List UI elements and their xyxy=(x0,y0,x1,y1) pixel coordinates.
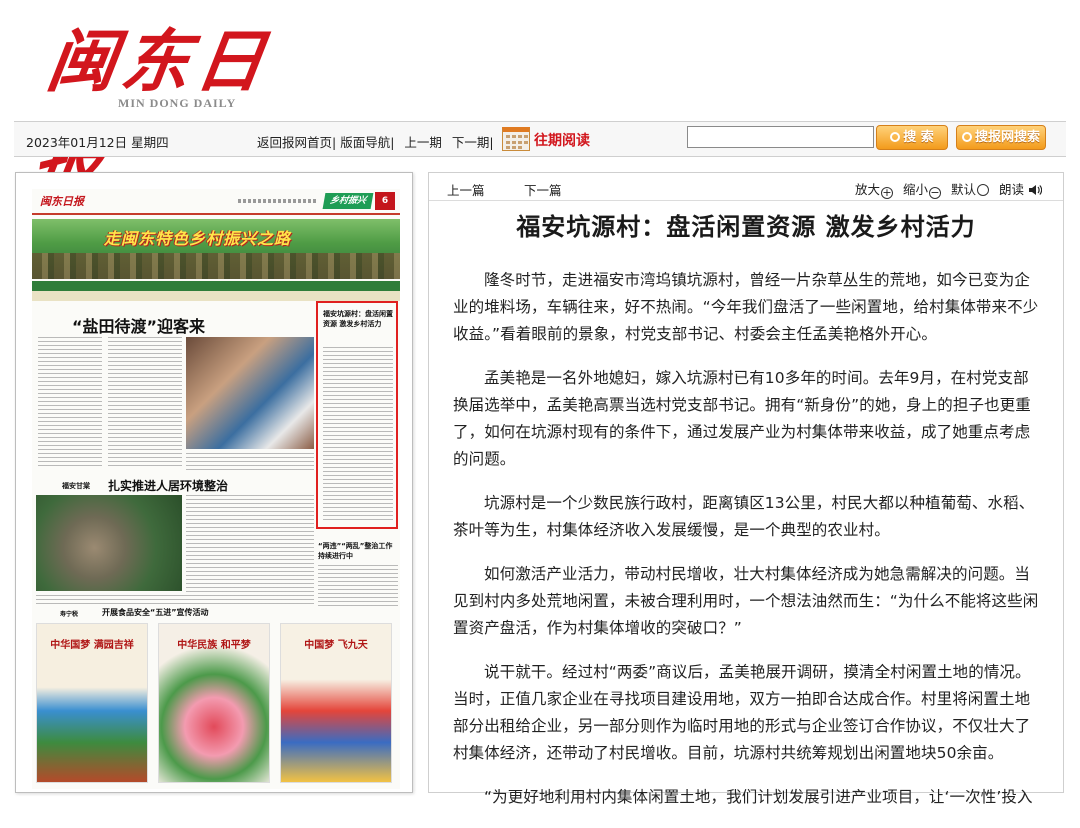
radio-circle-icon xyxy=(977,184,990,196)
thumb-headline-3-kicker: 寿宁税 xyxy=(60,611,79,618)
page-nav-link[interactable]: 版面导航| xyxy=(340,135,394,150)
thumb-header: 闽东日报 乡村振兴 6 xyxy=(32,189,400,215)
thumb-meta xyxy=(238,199,318,203)
masthead: 闽东日报 MIN DONG DAILY xyxy=(0,0,1080,201)
newspaper-logo[interactable]: 闽东日报 MIN DONG DAILY xyxy=(29,6,318,201)
thumb-poster-2: 中华民族 和平梦 xyxy=(158,623,270,783)
zoom-in-label: 放大 xyxy=(855,182,881,197)
prev-article-link[interactable]: 上一篇 xyxy=(447,180,485,199)
zoom-out-button[interactable]: 缩小 − xyxy=(903,182,947,199)
minus-circle-icon: − xyxy=(929,186,942,199)
thumb-side-title[interactable]: “两违”“两乱”整治工作持续进行中 xyxy=(318,541,398,561)
prev-issue-link[interactable]: 上一期 xyxy=(404,135,442,150)
network-search-button[interactable]: 搜报网搜索 xyxy=(956,125,1046,150)
thumb-poster-2-title: 中华民族 和平梦 xyxy=(177,640,251,651)
article-paragraph: 说干就干。经过村“两委”商议后，孟美艳展开调研，摸清全村闲置土地的情况。当时，正… xyxy=(453,663,1031,762)
thumb-banner-title: 走闽东特色乡村振兴之路 xyxy=(104,229,292,248)
thumb-poster-1-title: 中华国梦 满园吉祥 xyxy=(50,640,134,651)
thumb-page-number: 6 xyxy=(375,192,395,210)
archive-link[interactable]: 往期阅读 xyxy=(534,130,590,150)
thumb-highlight-title: 福安坑源村：盘活闲置资源 激发乡村活力 xyxy=(323,310,393,328)
calendar-icon[interactable] xyxy=(502,127,530,151)
thumb-headline-2[interactable]: 扎实推进人居环境整治 xyxy=(108,477,228,494)
home-link[interactable]: 返回报网首页| xyxy=(257,135,336,150)
thumb-highlighted-article[interactable]: 福安坑源村：盘活闲置资源 激发乡村活力 xyxy=(316,301,398,529)
search-input[interactable] xyxy=(687,126,874,148)
thumb-logo: 闽东日报 xyxy=(40,195,84,208)
page-thumbnail[interactable]: 闽东日报 乡村振兴 6 走闽东特色乡村振兴之路 “盐田待渡”迎客来 福安坑源村：… xyxy=(32,189,400,789)
thumb-banner: 走闽东特色乡村振兴之路 xyxy=(32,219,400,279)
issue-date: 2023年01月12日 星期四 xyxy=(26,135,169,150)
article-body: 隆冬时节，走进福安市湾坞镇坑源村，曾经一片杂草丛生的荒地，如今已变为企业的堆料场… xyxy=(453,267,1043,828)
article-paragraph: “为更好地利用村内集体闲置土地，我们计划发展引进产业项目，让‘一次性’投入 xyxy=(484,788,1033,806)
reading-tools: 放大 + 缩小 − 默认 朗读 xyxy=(855,179,1042,199)
read-aloud-label: 朗读 xyxy=(999,182,1025,197)
default-size-button[interactable]: 默认 xyxy=(951,182,995,197)
search-icon xyxy=(961,132,972,142)
article-title: 福安坑源村：盘活闲置资源 激发乡村活力 xyxy=(516,213,976,241)
next-article-link[interactable]: 下一篇 xyxy=(524,180,562,199)
thumb-headline-3[interactable]: 开展食品安全“五进”宣传活动 xyxy=(102,607,209,618)
default-size-label: 默认 xyxy=(951,182,977,197)
next-issue-link[interactable]: 下一期| xyxy=(452,135,494,150)
speaker-icon xyxy=(1029,185,1042,195)
thumb-photo-saltfield xyxy=(186,337,314,449)
article-paragraph: 如何激活产业活力，带动村民增收，壮大村集体经济成为她急需解决的问题。当见到村内多… xyxy=(453,565,1039,637)
thumb-poster-1: 中华国梦 满园吉祥 xyxy=(36,623,148,783)
article-paragraph: 孟美艳是一名外地媳妇，嫁入坑源村已有10多年的时间。去年9月，在村党支部换届选举… xyxy=(453,369,1031,468)
thumb-poster-3: 中国梦 飞九天 xyxy=(280,623,392,783)
thumb-headline-2-kicker: 福安甘棠 xyxy=(62,482,90,490)
read-aloud-button[interactable]: 朗读 xyxy=(999,182,1042,197)
thumb-photo-village xyxy=(36,495,182,591)
zoom-out-label: 缩小 xyxy=(903,182,929,197)
thumb-headline-1[interactable]: “盐田待渡”迎客来 xyxy=(72,313,205,337)
article-panel: 上一篇 下一篇 放大 + 缩小 − 默认 朗读 福安坑源村：盘活闲置资源 激发乡村活… xyxy=(428,172,1064,806)
search-icon xyxy=(890,132,901,142)
plus-circle-icon: + xyxy=(881,186,894,199)
search-button[interactable]: 搜 索 xyxy=(876,125,948,150)
nav-links: 返回报网首页| 版面导航| 上一期 下一期| xyxy=(257,132,494,151)
network-search-label: 搜报网搜索 xyxy=(974,130,1040,145)
article-paragraph: 隆冬时节，走进福安市湾坞镇坑源村，曾经一片杂草丛生的荒地，如今已变为企业的堆料场… xyxy=(453,271,1039,343)
search-button-label: 搜 索 xyxy=(903,130,934,145)
zoom-in-button[interactable]: 放大 + xyxy=(855,182,899,199)
logo-subtitle: MIN DONG DAILY xyxy=(118,96,237,110)
page-thumbnail-panel: 闽东日报 乡村振兴 6 走闽东特色乡村振兴之路 “盐田待渡”迎客来 福安坑源村：… xyxy=(15,172,413,793)
toolbar: 2023年01月12日 星期四 返回报网首页| 版面导航| 上一期 下一期| 往… xyxy=(14,121,1066,157)
thumb-section-badge: 乡村振兴 xyxy=(322,193,374,209)
article-paragraph: 坑源村是一个少数民族行政村，距离镇区13公里，村民大都以种植葡萄、水稻、茶叶等为… xyxy=(453,494,1035,539)
article-nav: 上一篇 下一篇 放大 + 缩小 − 默认 朗读 xyxy=(429,173,1063,201)
thumb-poster-3-title: 中国梦 飞九天 xyxy=(304,640,368,651)
